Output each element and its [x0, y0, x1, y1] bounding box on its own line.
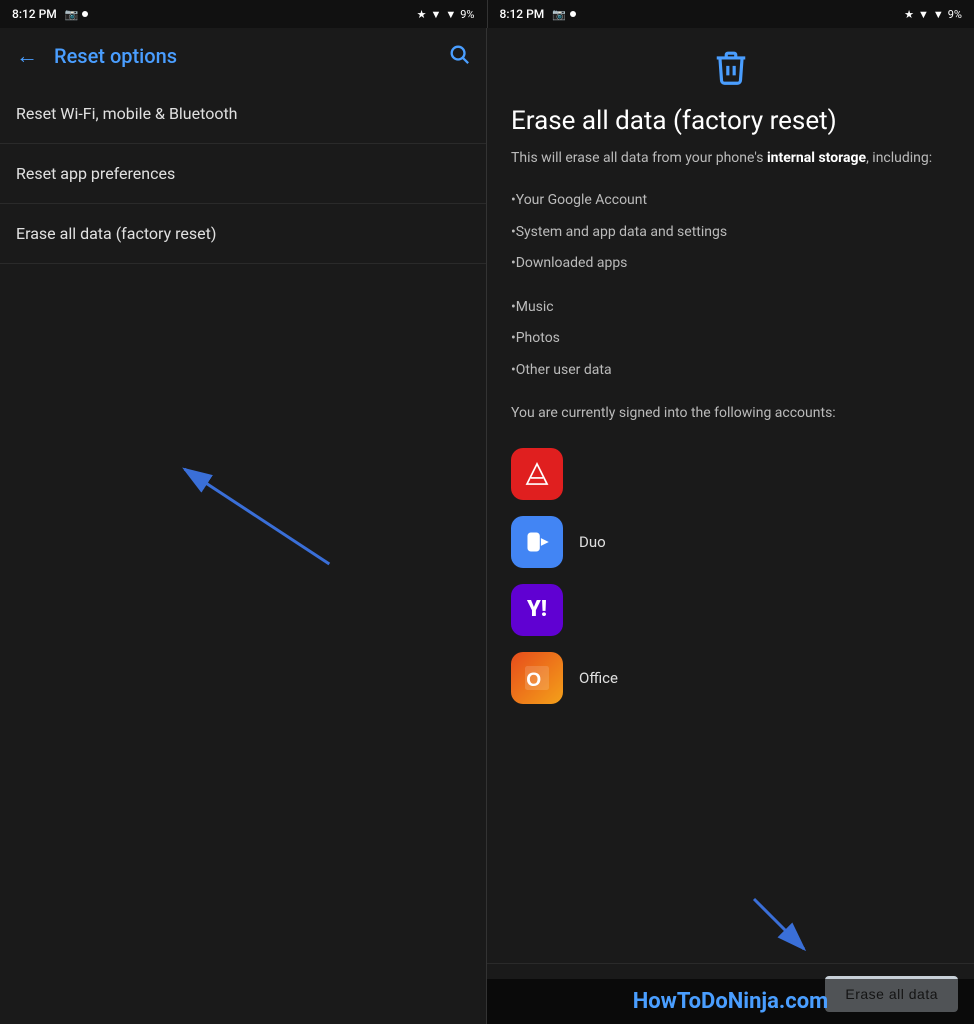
page-title: Reset options [54, 44, 448, 68]
left-panel-body: Reset Wi-Fi, mobile & Bluetooth Reset ap… [0, 84, 486, 1024]
subtitle-normal: This will erase all data from your phone… [511, 150, 767, 166]
left-icons: ★ ▼ ▼ 9% [417, 8, 475, 21]
right-battery-label: 9% [948, 8, 962, 21]
yahoo-text: Y! [527, 597, 547, 622]
subtitle-bold: internal storage [767, 150, 866, 166]
duo-label: Duo [579, 533, 606, 551]
account-item-yahoo: Y! [511, 576, 950, 644]
right-icons: ★ ▼ ▼ 9% [904, 8, 962, 21]
signal-icon: ▼ [445, 8, 456, 21]
right-panel: Erase all data (factory reset) This will… [487, 28, 974, 1024]
bullet-divider [511, 280, 950, 292]
left-dot [82, 11, 88, 17]
yahoo-icon: Y! [511, 584, 563, 636]
status-bar: 8:12 PM 📷 ★ ▼ ▼ 9% 8:12 PM 📷 ★ ▼ ▼ 9% [0, 0, 974, 28]
left-status: 8:12 PM 📷 ★ ▼ ▼ 9% [0, 0, 487, 28]
left-panel: ← Reset options Reset Wi-Fi, mobile & Bl… [0, 28, 487, 1024]
bullet-item-music: •Music [511, 292, 950, 324]
right-signal-icon: ▼ [933, 8, 944, 21]
left-time: 8:12 PM [12, 7, 57, 21]
adobe-svg [523, 460, 551, 488]
account-item-office: O Office [511, 644, 950, 712]
back-button[interactable]: ← [16, 43, 38, 69]
office-icon: O [511, 652, 563, 704]
duo-icon [511, 516, 563, 568]
right-status: 8:12 PM 📷 ★ ▼ ▼ 9% [488, 0, 974, 28]
bullet-item-userdata: •Other user data [511, 355, 950, 387]
content-area: ← Reset options Reset Wi-Fi, mobile & Bl… [0, 28, 974, 1024]
account-item-duo: Duo [511, 508, 950, 576]
bullet-item-apps: •Downloaded apps [511, 248, 950, 280]
right-time: 8:12 PM [500, 7, 545, 21]
accounts-section: You are currently signed into the follow… [511, 403, 950, 712]
svg-text:O: O [526, 669, 541, 690]
left-camera-icon: 📷 [65, 8, 79, 21]
bullet-item-google: •Your Google Account [511, 185, 950, 217]
bullet-item-photos: •Photos [511, 323, 950, 355]
erase-subtitle: This will erase all data from your phone… [511, 148, 950, 169]
account-item-adobe [511, 440, 950, 508]
bullet-list: •Your Google Account •System and app dat… [511, 185, 950, 387]
trash-icon [712, 48, 750, 90]
erase-title: Erase all data (factory reset) [511, 106, 950, 136]
watermark: HowToDoNinja.com [487, 979, 974, 1024]
battery-label: 9% [460, 8, 474, 21]
accounts-label: You are currently signed into the follow… [511, 403, 950, 424]
adobe-icon [511, 448, 563, 500]
wifi-icon: ▼ [430, 8, 441, 21]
menu-item-wifi[interactable]: Reset Wi-Fi, mobile & Bluetooth [0, 84, 486, 144]
menu-item-app-prefs[interactable]: Reset app preferences [0, 144, 486, 204]
toolbar: ← Reset options [0, 28, 486, 84]
trash-icon-wrap [511, 48, 950, 94]
duo-svg [523, 528, 551, 556]
right-camera-icon: 📷 [552, 8, 566, 21]
menu-item-factory-reset[interactable]: Erase all data (factory reset) [0, 204, 486, 264]
right-content: Erase all data (factory reset) This will… [487, 28, 974, 963]
right-bluetooth-icon: ★ [904, 8, 914, 21]
right-dot [570, 11, 576, 17]
subtitle-suffix: , including: [866, 150, 932, 166]
office-label: Office [579, 669, 618, 687]
bluetooth-icon: ★ [417, 8, 427, 21]
office-svg: O [522, 663, 552, 693]
search-button[interactable] [448, 43, 470, 70]
right-wifi-icon: ▼ [918, 8, 929, 21]
bullet-item-system: •System and app data and settings [511, 217, 950, 249]
